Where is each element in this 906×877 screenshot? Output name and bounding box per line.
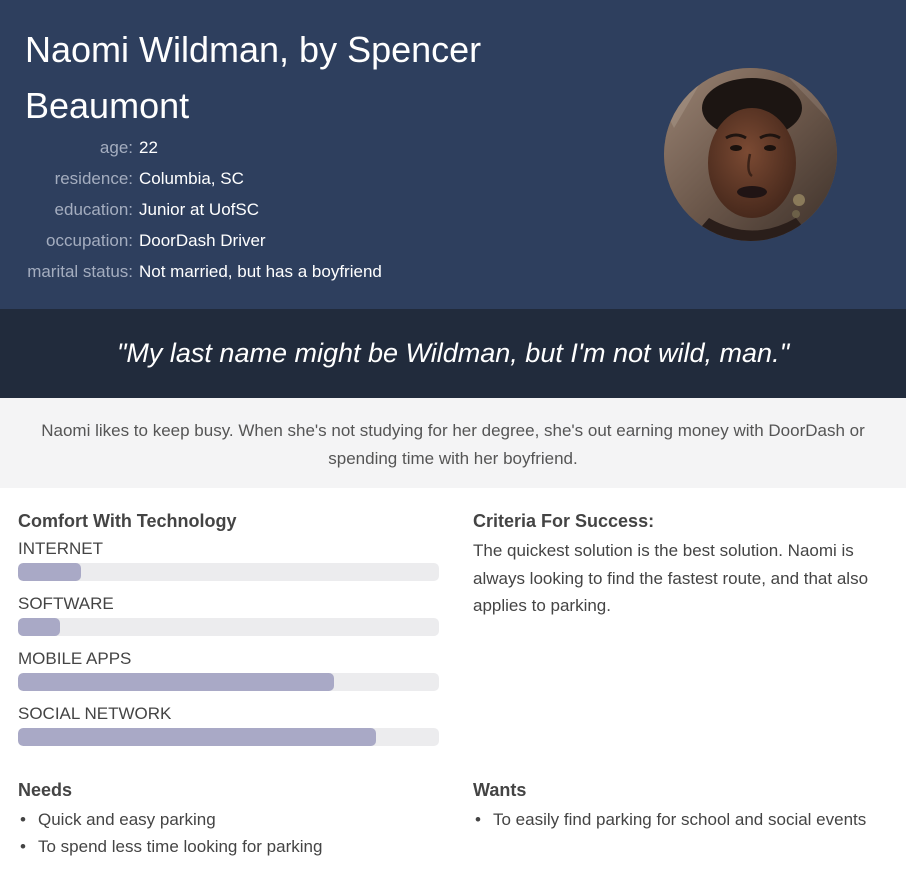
persona-quote: "My last name might be Wildman, but I'm … — [116, 338, 790, 368]
skill-software: SOFTWARE — [18, 593, 439, 648]
wants-item: To easily find parking for school and so… — [473, 806, 866, 833]
skill-internet: INTERNET — [18, 538, 439, 593]
quote-banner: "My last name might be Wildman, but I'm … — [0, 309, 906, 398]
persona-avatar — [664, 68, 837, 241]
skill-label: SOCIAL NETWORK — [18, 704, 172, 723]
persona-summary: Naomi likes to keep busy. When she's not… — [41, 421, 865, 468]
fact-occupation: occupation: DoorDash Driver — [0, 229, 520, 260]
fact-label: residence: — [54, 169, 133, 188]
persona-title: Naomi Wildman, by Spencer Beaumont — [25, 29, 482, 126]
fact-residence: residence: Columbia, SC — [0, 167, 520, 198]
fact-marital-status: marital status: Not married, but has a b… — [0, 260, 520, 291]
fact-value: Columbia, SC — [139, 169, 244, 188]
summary-banner: Naomi likes to keep busy. When she's not… — [0, 398, 906, 488]
fact-value: Junior at UofSC — [139, 200, 259, 219]
needs-heading: Needs — [18, 780, 73, 800]
fact-label: occupation: — [46, 231, 133, 250]
skill-mobile-apps: MOBILE APPS — [18, 648, 439, 703]
criteria-text: The quickest solution is the best soluti… — [473, 541, 869, 615]
persona-header: Naomi Wildman, by Spencer Beaumont age: … — [0, 0, 906, 309]
skill-label: MOBILE APPS — [18, 649, 132, 668]
fact-label: age: — [99, 138, 133, 157]
fact-value: Not married, but has a boyfriend — [139, 262, 382, 281]
skill-bar-track — [18, 673, 439, 691]
skill-bar-track — [18, 618, 439, 636]
persona-facts: age: 22 residence: Columbia, SC educatio… — [0, 136, 520, 291]
fact-label: education: — [54, 200, 133, 219]
skill-social-network: SOCIAL NETWORK — [18, 703, 439, 758]
skill-bar-track — [18, 728, 439, 746]
skill-bar-fill — [18, 673, 334, 691]
needs-list: Quick and easy parking To spend less tim… — [18, 806, 322, 860]
fact-education: education: Junior at UofSC — [0, 198, 520, 229]
wants-heading: Wants — [473, 780, 527, 800]
skill-label: SOFTWARE — [18, 594, 114, 613]
fact-value: 22 — [139, 138, 158, 157]
needs-item: Quick and easy parking — [18, 806, 322, 833]
fact-value: DoorDash Driver — [139, 231, 266, 250]
skill-bar-fill — [18, 728, 376, 746]
fact-label: marital status: — [27, 262, 133, 281]
technology-heading: Comfort With Technology — [18, 511, 237, 531]
skill-bar-track — [18, 563, 439, 581]
criteria-heading: Criteria For Success: — [473, 511, 655, 531]
needs-item: To spend less time looking for parking — [18, 833, 322, 860]
fact-age: age: 22 — [0, 136, 520, 167]
avatar-portrait — [664, 68, 837, 241]
skill-bar-fill — [18, 618, 61, 636]
technology-skills: INTERNET SOFTWARE MOBILE APPS SOCIAL NET… — [18, 538, 439, 758]
skill-bar-fill — [18, 563, 82, 581]
skill-label: INTERNET — [18, 539, 103, 558]
wants-list: To easily find parking for school and so… — [473, 806, 866, 833]
